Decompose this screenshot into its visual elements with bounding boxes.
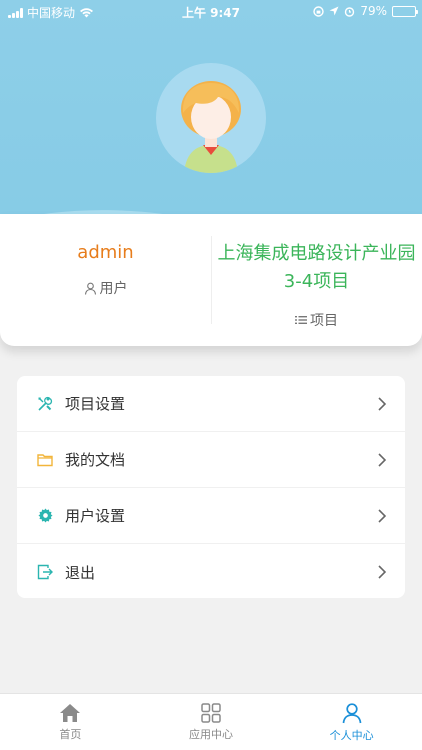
project-name: 上海集成电路设计产业园3-4项目 — [217, 243, 416, 292]
avatar[interactable] — [156, 63, 266, 173]
menu-item-my-documents[interactable]: 我的文档 — [17, 432, 405, 488]
chevron-right-icon — [378, 509, 387, 523]
role-row: 用户 — [0, 278, 211, 298]
gear-icon — [37, 508, 53, 524]
chevron-right-icon — [378, 453, 387, 467]
menu-item-user-settings[interactable]: 用户设置 — [17, 488, 405, 544]
list-icon — [295, 316, 307, 324]
battery-icon — [392, 5, 418, 17]
status-bar: 中国移动 上午 9:47 79% — [0, 0, 422, 22]
menu-item-label: 项目设置 — [65, 395, 126, 413]
profile-card: admin 用户 上海集成电路设计产业园3-4项目 项目 — [0, 214, 422, 346]
tab-label: 首页 — [59, 728, 82, 741]
chevron-right-icon — [378, 565, 387, 579]
project-label: 项目 — [310, 313, 338, 329]
avatar-icon — [181, 81, 241, 173]
menu-item-project-settings[interactable]: 项目设置 — [17, 376, 405, 432]
tab-personal-center[interactable]: 个人中心 — [281, 694, 422, 750]
tab-label: 个人中心 — [329, 729, 374, 742]
menu-item-label: 我的文档 — [65, 451, 126, 469]
battery-percent: 79% — [360, 4, 387, 18]
rotation-lock-icon — [313, 5, 325, 17]
menu-item-logout[interactable]: 退出 — [17, 544, 405, 598]
tab-bar: 首页 应用中心 个人中心 — [0, 693, 422, 750]
folder-icon — [37, 452, 53, 468]
settings-menu: 项目设置 我的文档 用户设置 退出 — [17, 376, 405, 598]
project-info[interactable]: 上海集成电路设计产业园3-4项目 项目 — [211, 214, 422, 346]
menu-item-label: 用户设置 — [65, 507, 126, 525]
alarm-icon — [345, 6, 355, 17]
menu-item-label: 退出 — [65, 563, 96, 582]
logout-icon — [37, 564, 53, 580]
tools-icon — [37, 396, 53, 412]
location-icon — [329, 6, 339, 16]
chevron-right-icon — [378, 397, 387, 411]
user-icon — [84, 282, 96, 295]
user-info: admin 用户 — [0, 214, 211, 346]
username: admin — [77, 242, 134, 263]
status-right: 79% — [313, 4, 418, 18]
tab-home[interactable]: 首页 — [0, 694, 141, 750]
grid-icon — [201, 703, 221, 723]
project-label-row: 项目 — [211, 310, 422, 330]
person-icon — [342, 703, 362, 724]
tab-app-center[interactable]: 应用中心 — [141, 694, 282, 750]
tab-label: 应用中心 — [189, 728, 233, 741]
role-label: 用户 — [99, 281, 128, 297]
home-icon — [60, 704, 81, 722]
profile-header: 中国移动 上午 9:47 79% — [0, 0, 422, 240]
